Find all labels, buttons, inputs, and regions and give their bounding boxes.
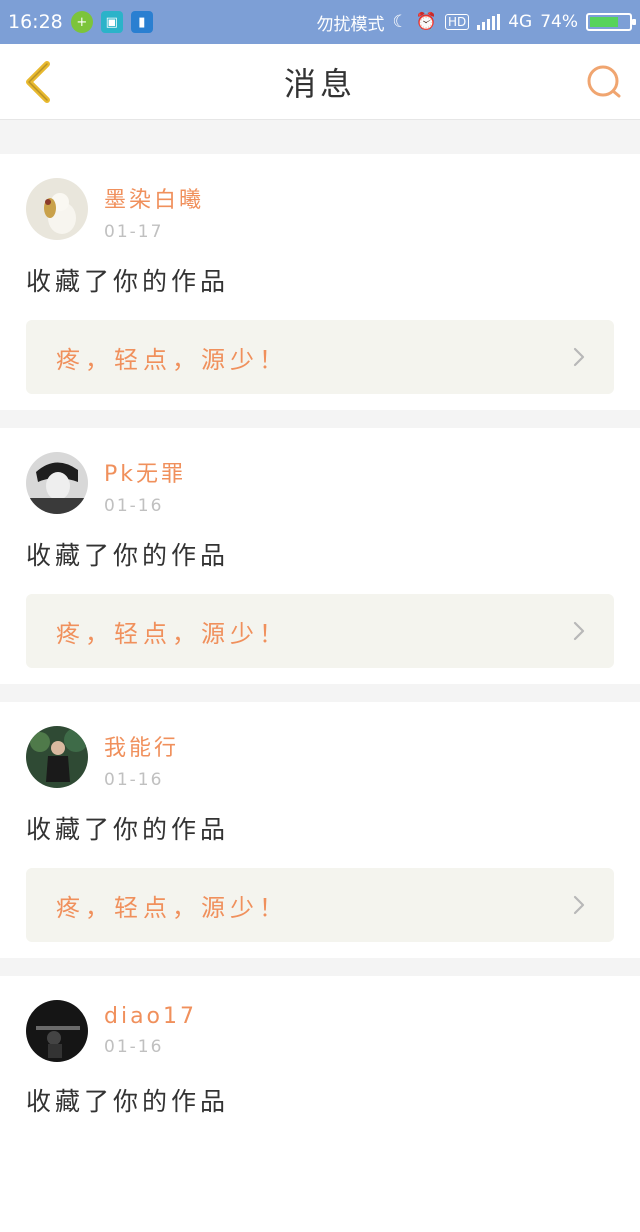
message-date: 01-16: [104, 496, 164, 516]
search-icon: [587, 65, 621, 98]
work-title: 疼，轻点，源少！: [56, 893, 288, 922]
plus-app-icon: +: [70, 11, 93, 33]
message-card: diao17 01-16 收藏了你的作品: [0, 976, 640, 1232]
chevron-left-icon: [26, 61, 50, 103]
battery-app-icon: ▮: [130, 11, 153, 33]
message-list: 墨染白曦 01-17 收藏了你的作品 疼，轻点，源少！ Pk无罪 01-16 收…: [0, 120, 640, 1232]
scan-app-icon: ▣: [100, 11, 123, 33]
message-date: 01-16: [104, 1037, 164, 1057]
message-text: 收藏了你的作品: [26, 1087, 230, 1116]
nav-bar: 消息: [0, 44, 640, 120]
back-button[interactable]: [16, 58, 60, 106]
work-link[interactable]: 疼，轻点，源少！: [26, 320, 614, 394]
avatar[interactable]: [26, 1000, 88, 1062]
battery-percent: 74%: [540, 12, 578, 32]
avatar[interactable]: [26, 178, 88, 240]
message-text: 收藏了你的作品: [26, 267, 230, 296]
do-not-disturb-label: 勿扰模式: [316, 14, 385, 35]
username[interactable]: diao17: [104, 1004, 197, 1029]
signal-icon: [477, 14, 501, 30]
search-button[interactable]: [584, 62, 624, 102]
message-text: 收藏了你的作品: [26, 541, 230, 570]
message-card: 墨染白曦 01-17 收藏了你的作品 疼，轻点，源少！: [0, 154, 640, 410]
chevron-right-icon: [572, 346, 586, 368]
status-time: 16:28: [8, 11, 63, 33]
message-date: 01-17: [104, 222, 164, 242]
chevron-right-icon: [572, 620, 586, 642]
page-title: 消息: [283, 64, 356, 103]
hd-icon: HD: [444, 14, 470, 30]
username[interactable]: Pk无罪: [104, 456, 186, 488]
username[interactable]: 我能行: [104, 730, 179, 762]
work-link[interactable]: 疼，轻点，源少！: [26, 594, 614, 668]
moon-icon: ☾: [392, 12, 408, 32]
message-text: 收藏了你的作品: [26, 815, 230, 844]
message-card: Pk无罪 01-16 收藏了你的作品 疼，轻点，源少！: [0, 428, 640, 684]
status-bar: 16:28 + ▣ ▮ 勿扰模式 ☾ ⏰ HD 4G 74%: [0, 0, 640, 44]
battery-icon: [586, 13, 636, 31]
chevron-right-icon: [572, 894, 586, 916]
username[interactable]: 墨染白曦: [104, 182, 204, 214]
work-title: 疼，轻点，源少！: [56, 619, 288, 648]
network-type: 4G: [508, 12, 533, 32]
message-date: 01-16: [104, 770, 164, 790]
message-card: 我能行 01-16 收藏了你的作品 疼，轻点，源少！: [0, 702, 640, 958]
alarm-icon: ⏰: [415, 12, 437, 32]
work-title: 疼，轻点，源少！: [56, 345, 288, 374]
avatar[interactable]: [26, 452, 88, 514]
avatar[interactable]: [26, 726, 88, 788]
work-link[interactable]: 疼，轻点，源少！: [26, 868, 614, 942]
